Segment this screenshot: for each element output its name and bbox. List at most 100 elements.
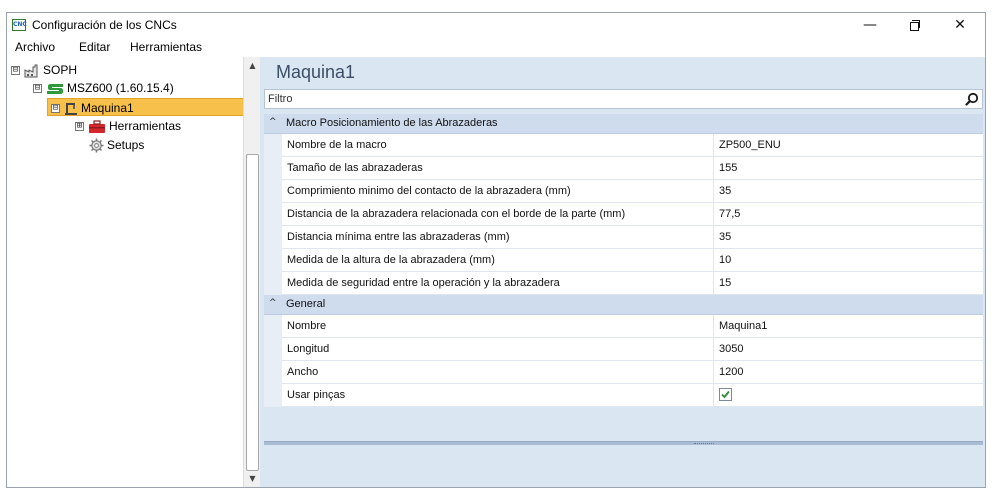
cnc-app-icon: CNC [12,19,27,31]
property-name: Longitud [287,343,330,355]
row-gutter [264,272,282,295]
property-name: Nombre de la macro [287,139,387,151]
property-row[interactable]: Usar pinças [264,384,983,407]
column-divider [713,157,714,180]
column-divider [713,134,714,157]
property-value[interactable]: 35 [719,185,731,197]
property-name: Comprimiento minimo del contacto de la a… [287,185,571,197]
tree-node-herramientas[interactable]: ⊞ Herramientas [75,117,181,135]
row-gutter [264,338,282,361]
checkmark-icon [721,390,730,399]
scroll-down-icon[interactable]: ▼ [244,470,261,487]
tree-node-label: SOPH [43,63,78,77]
filter-placeholder: Filtro [268,93,293,105]
property-name: Usar pinças [287,389,346,401]
s-logo-icon [47,83,63,94]
tree-node-label: MSZ600 (1.60.15.4) [67,81,174,95]
menu-bar: Archivo Editar Herramientas [7,37,985,57]
tree-node-msz600[interactable]: ⊟ MSZ600 (1.60.15.4) [33,79,174,97]
tree-node-setups[interactable]: Setups [89,136,144,154]
row-gutter [264,134,282,157]
property-row[interactable]: Comprimiento minimo del contacto de la a… [264,180,983,203]
tree-panel: ⊟ SOPH ⊟ MSZ600 (1.60.15.4) ⊟ Maquina1 ⊞ Her… [7,57,260,487]
tree-node-maquina1[interactable]: ⊟ Maquina1 [47,98,248,116]
minimize-button[interactable]: — [847,13,893,37]
property-row[interactable]: Nombre Maquina1 [264,315,983,338]
row-gutter [264,157,282,180]
property-name: Medida de la altura de la abrazadera (mm… [287,254,495,266]
property-grid: ^ Macro Posicionamiento de las Abrazader… [264,114,983,407]
row-gutter [264,361,282,384]
property-row[interactable]: Medida de la altura de la abrazadera (mm… [264,249,983,272]
property-row[interactable]: Medida de seguridad entre la operación y… [264,272,983,295]
property-value[interactable]: 1200 [719,366,743,378]
property-value[interactable]: 35 [719,231,731,243]
tree-scrollbar[interactable]: ▲ ▼ [243,57,260,487]
row-gutter [264,249,282,272]
property-row[interactable]: Distancia mínima entre las abrazaderas (… [264,226,983,249]
window-title: Configuración de los CNCs [32,18,177,32]
row-gutter [264,203,282,226]
restore-icon [910,20,920,31]
tree-node-label: Herramientas [109,119,182,133]
property-row[interactable]: Longitud 3050 [264,338,983,361]
machine-icon [65,102,77,115]
collapse-category-icon[interactable]: ^ [269,117,277,127]
tree-node-label: Setups [107,138,145,152]
column-divider [713,272,714,295]
collapse-category-icon[interactable]: ^ [269,298,277,308]
scroll-thumb[interactable] [246,154,259,471]
category-label: General [286,298,326,310]
property-value[interactable]: 10 [719,254,731,266]
column-divider [713,203,714,226]
property-panel: Maquina1 Filtro ^ Macro Posicionamiento … [260,57,985,487]
property-value[interactable]: ZP500_ENU [719,139,781,151]
collapse-icon[interactable]: ⊟ [51,104,60,114]
property-row[interactable]: Ancho 1200 [264,361,983,384]
category-header-macro[interactable]: ^ Macro Posicionamiento de las Abrazader… [264,114,983,134]
property-value[interactable]: Maquina1 [719,320,767,332]
property-row[interactable]: Tamaño de las abrazaderas 155 [264,157,983,180]
menu-herramientas[interactable]: Herramientas [130,40,202,54]
property-name: Nombre [287,320,327,332]
row-gutter [264,384,282,407]
category-header-general[interactable]: ^ General [264,295,983,315]
column-divider [713,338,714,361]
category-label: Macro Posicionamiento de las Abrazaderas [286,117,498,129]
property-name: Distancia de la abrazadera relacionada c… [287,208,626,220]
filter-input[interactable]: Filtro [264,89,983,109]
row-gutter [264,180,282,203]
column-divider [713,361,714,384]
app-window: CNC Configuración de los CNCs — ✕ Archiv… [6,12,986,488]
close-button[interactable]: ✕ [937,13,983,37]
search-icon[interactable] [965,92,979,106]
property-name: Medida de seguridad entre la operación y… [287,277,560,289]
column-divider [713,384,714,407]
property-value[interactable]: 77,5 [719,208,740,220]
column-divider [713,180,714,203]
expand-icon[interactable]: ⊞ [75,122,84,132]
property-value[interactable]: 15 [719,277,731,289]
page-title: Maquina1 [276,62,356,82]
title-bar[interactable]: CNC Configuración de los CNCs — ✕ [7,13,985,37]
collapse-icon[interactable]: ⊟ [33,84,42,94]
menu-archivo[interactable]: Archivo [15,40,55,54]
property-row[interactable]: Distancia de la abrazadera relacionada c… [264,203,983,226]
property-value[interactable]: 155 [719,162,737,174]
maximize-button[interactable] [892,13,938,37]
factory-icon [24,64,38,78]
property-row[interactable]: Nombre de la macro ZP500_ENU [264,134,983,157]
property-name: Tamaño de las abrazaderas [287,162,423,174]
menu-editar[interactable]: Editar [79,40,110,54]
collapse-icon[interactable]: ⊟ [11,66,20,76]
row-gutter [264,315,282,338]
tree-node-label: Maquina1 [81,101,134,115]
description-area [264,445,983,485]
column-divider [713,249,714,272]
property-name: Distancia mínima entre las abrazaderas (… [287,231,510,243]
usar-pincas-checkbox[interactable] [719,388,732,401]
property-value[interactable]: 3050 [719,343,743,355]
scroll-up-icon[interactable]: ▲ [244,57,261,74]
tree-node-soph[interactable]: ⊟ SOPH [11,61,77,79]
toolbox-icon [89,120,105,133]
